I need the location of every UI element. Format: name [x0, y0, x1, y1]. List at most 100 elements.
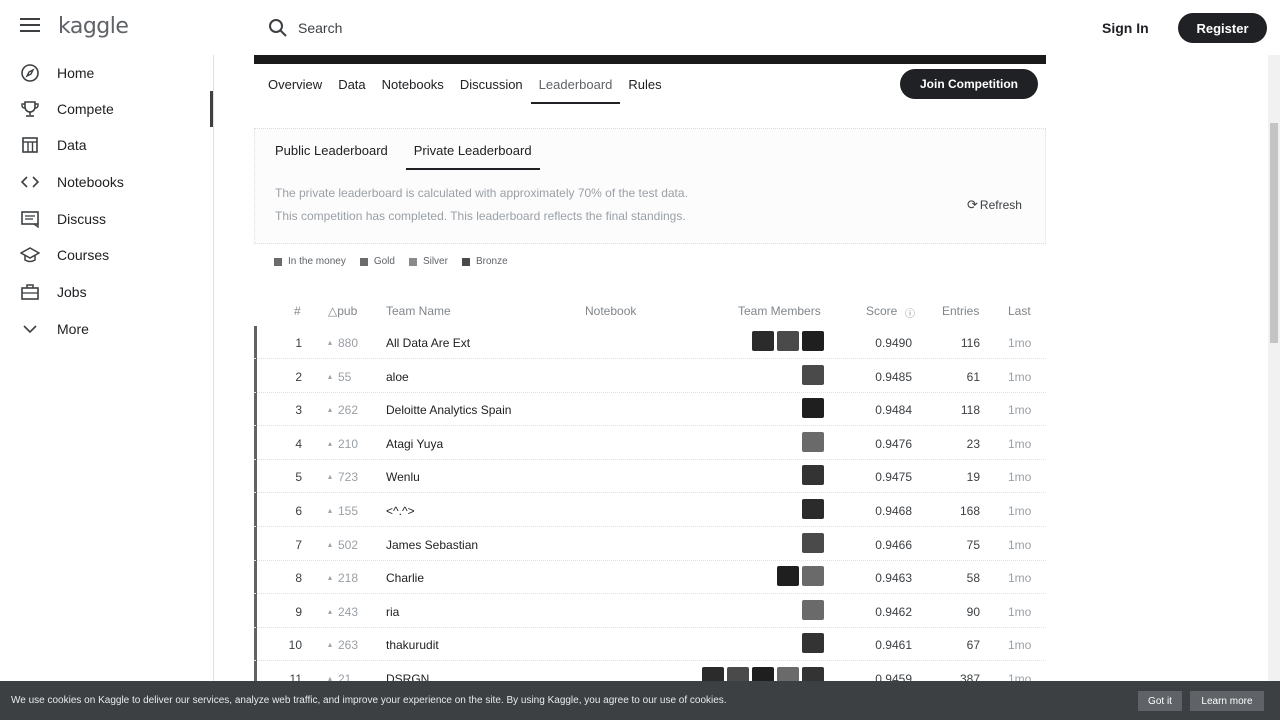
table-row[interactable]: 5 ▴ 723 Wenlu 0.9475 19 1mo [254, 460, 1046, 494]
scrollbar-thumb[interactable] [1270, 123, 1278, 343]
team-member-avatar[interactable] [802, 566, 824, 587]
team-member-avatar[interactable] [777, 566, 799, 587]
last-submission-cell: 1mo [1008, 537, 1032, 552]
delta-cell: 723 [338, 470, 359, 485]
team-member-avatar[interactable] [802, 364, 824, 385]
search-bar[interactable] [258, 10, 818, 46]
sidebar-item-more[interactable]: More [0, 311, 214, 347]
team-name-link[interactable]: All Data Are Ext [386, 336, 470, 350]
table-row[interactable]: 8 ▴ 218 Charlie 0.9463 58 1mo [254, 561, 1046, 595]
kaggle-logo[interactable]: kaggle [58, 14, 129, 39]
col-last[interactable]: Last [1008, 304, 1031, 318]
table-row[interactable]: 9 ▴ 243 ria 0.9462 90 1mo [254, 595, 1046, 628]
sign-in-button[interactable]: Sign In [1090, 13, 1161, 43]
score-cell: 0.9485 [875, 369, 912, 384]
col-entries[interactable]: Entries [942, 304, 979, 318]
col-score[interactable]: Score [866, 304, 897, 318]
leaderboard-header: # △pub Team Name Notebook Team Members S… [254, 302, 1046, 322]
team-member-avatar[interactable] [802, 499, 824, 519]
sidebar-item-notebooks[interactable]: Notebooks [0, 164, 214, 200]
team-member-avatar[interactable] [752, 331, 774, 351]
rank-cell: 1 [295, 336, 302, 350]
delta-cell: 155 [338, 504, 359, 518]
table-row[interactable]: 7 ▴ 502 James Sebastian 0.9466 75 1mo [254, 528, 1046, 561]
scrollbar[interactable] [1268, 55, 1280, 681]
graduation-icon [20, 247, 40, 263]
tab-public-leaderboard[interactable]: Public Leaderboard [267, 137, 396, 170]
team-name-link[interactable]: <^.^> [386, 504, 415, 518]
table-row[interactable]: 1 ▴ 880 All Data Are Ext 0.9490 116 1mo [254, 326, 1046, 359]
team-name-link[interactable]: thakurudit [386, 638, 439, 652]
sidebar-item-compete[interactable]: Compete [0, 91, 214, 127]
tab-notebooks[interactable]: Notebooks [374, 69, 452, 104]
tab-discussion[interactable]: Discussion [452, 69, 531, 104]
team-name-link[interactable]: Charlie [386, 571, 424, 585]
team-member-avatar[interactable] [802, 633, 824, 654]
cookie-learn-more-button[interactable]: Learn more [1190, 691, 1264, 711]
refresh-button[interactable]: ⟳ Refresh [967, 197, 1022, 213]
rank-cell: 4 [295, 436, 302, 451]
sidebar-item-home[interactable]: Home [0, 55, 214, 91]
legend-label: Silver [422, 256, 448, 267]
team-name-link[interactable]: James Sebastian [386, 538, 478, 552]
team-member-avatar[interactable] [802, 431, 824, 452]
search-input[interactable] [298, 20, 798, 36]
team-name-link[interactable]: ria [386, 605, 399, 619]
table-row[interactable]: 6 ▴ 155 <^.^> 0.9468 168 1mo [254, 494, 1046, 527]
team-name-link[interactable]: Atagi Yuya [386, 437, 443, 451]
entries-cell: 90 [966, 604, 980, 619]
cookie-got-it-button[interactable]: Got it [1138, 691, 1182, 711]
delta-cell: 55 [338, 369, 352, 384]
sidebar-item-courses[interactable]: Courses [0, 237, 214, 273]
col-delta[interactable]: △pub [328, 304, 357, 318]
team-member-avatar[interactable] [777, 331, 799, 351]
team-name-link[interactable]: aloe [386, 370, 409, 384]
table-row[interactable]: 10 ▴ 263 thakurudit 0.9461 67 1mo [254, 628, 1046, 662]
last-submission-cell: 1mo [1008, 403, 1032, 418]
chevron-down-icon [23, 325, 37, 334]
col-team-name[interactable]: Team Name [386, 304, 451, 318]
sidebar-item-discuss[interactable]: Discuss [0, 201, 214, 237]
sidebar-item-label: More [57, 321, 89, 337]
legend-swatch [359, 257, 368, 266]
col-rank[interactable]: # [294, 304, 301, 318]
tab-rules[interactable]: Rules [620, 69, 669, 104]
sidebar-item-jobs[interactable]: Jobs [0, 274, 214, 310]
score-cell: 0.9468 [875, 504, 912, 518]
legend-label: In the money [288, 256, 346, 267]
entries-cell: 118 [960, 403, 980, 418]
team-member-avatar[interactable] [802, 331, 824, 351]
info-icon[interactable]: ⓘ [905, 305, 915, 320]
score-cell: 0.9462 [875, 604, 912, 619]
score-cell: 0.9475 [875, 470, 912, 485]
table-row[interactable]: 4 ▴ 210 Atagi Yuya 0.9476 23 1mo [254, 427, 1046, 460]
table-row[interactable]: 3 ▴ 262 Deloitte Analytics Spain 0.9484 118 1… [254, 393, 1046, 427]
rank-cell: 9 [295, 604, 302, 619]
join-competition-button[interactable]: Join Competition [900, 69, 1038, 99]
tab-leaderboard[interactable]: Leaderboard [530, 69, 621, 104]
tab-overview[interactable]: Overview [254, 69, 330, 104]
team-member-avatar[interactable] [802, 465, 824, 486]
cookie-message: We use cookies on Kaggle to deliver our … [11, 695, 727, 706]
legend-label: Bronze [475, 256, 508, 267]
up-arrow-icon: ▴ [328, 472, 333, 482]
team-name-link[interactable]: Deloitte Analytics Spain [386, 403, 511, 417]
team-name-link[interactable]: Wenlu [386, 470, 420, 484]
entries-cell: 61 [966, 369, 980, 384]
sidebar-item-label: Courses [57, 247, 110, 263]
up-arrow-icon: ▴ [328, 640, 333, 650]
team-member-avatar[interactable] [802, 599, 824, 620]
sidebar-item-data[interactable]: Data [0, 127, 214, 163]
hamburger-menu-icon[interactable] [20, 18, 40, 36]
cookie-banner: We use cookies on Kaggle to deliver our … [0, 681, 1280, 720]
entries-cell: 75 [966, 537, 980, 552]
legend-item: Gold [359, 256, 395, 267]
register-button[interactable]: Register [1178, 13, 1267, 43]
table-row[interactable]: 2 ▴ 55 aloe 0.9485 61 1mo [254, 360, 1046, 393]
tab-data[interactable]: Data [330, 69, 373, 104]
team-member-avatar[interactable] [802, 532, 824, 553]
team-member-avatar[interactable] [802, 398, 824, 419]
tab-private-leaderboard[interactable]: Private Leaderboard [405, 137, 540, 170]
active-nav-indicator [210, 91, 213, 127]
score-cell: 0.9461 [875, 638, 912, 653]
